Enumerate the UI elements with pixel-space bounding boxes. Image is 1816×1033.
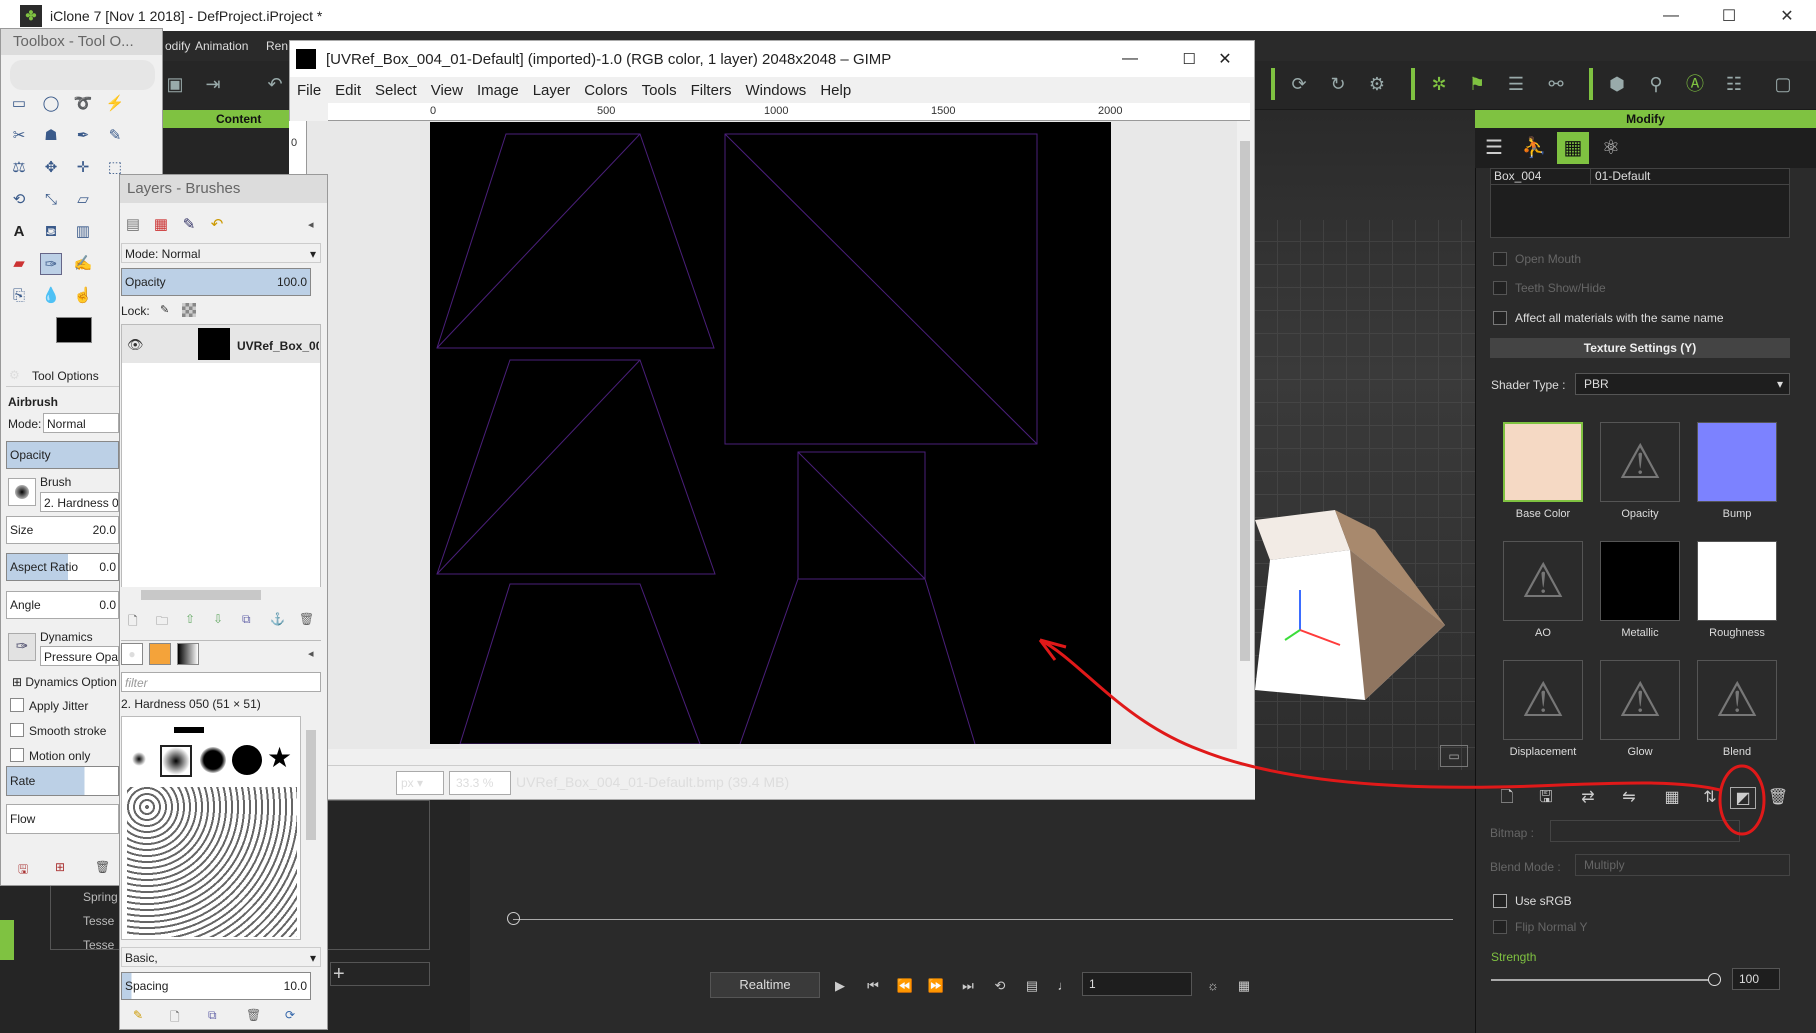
red-annotation	[1038, 638, 1766, 836]
